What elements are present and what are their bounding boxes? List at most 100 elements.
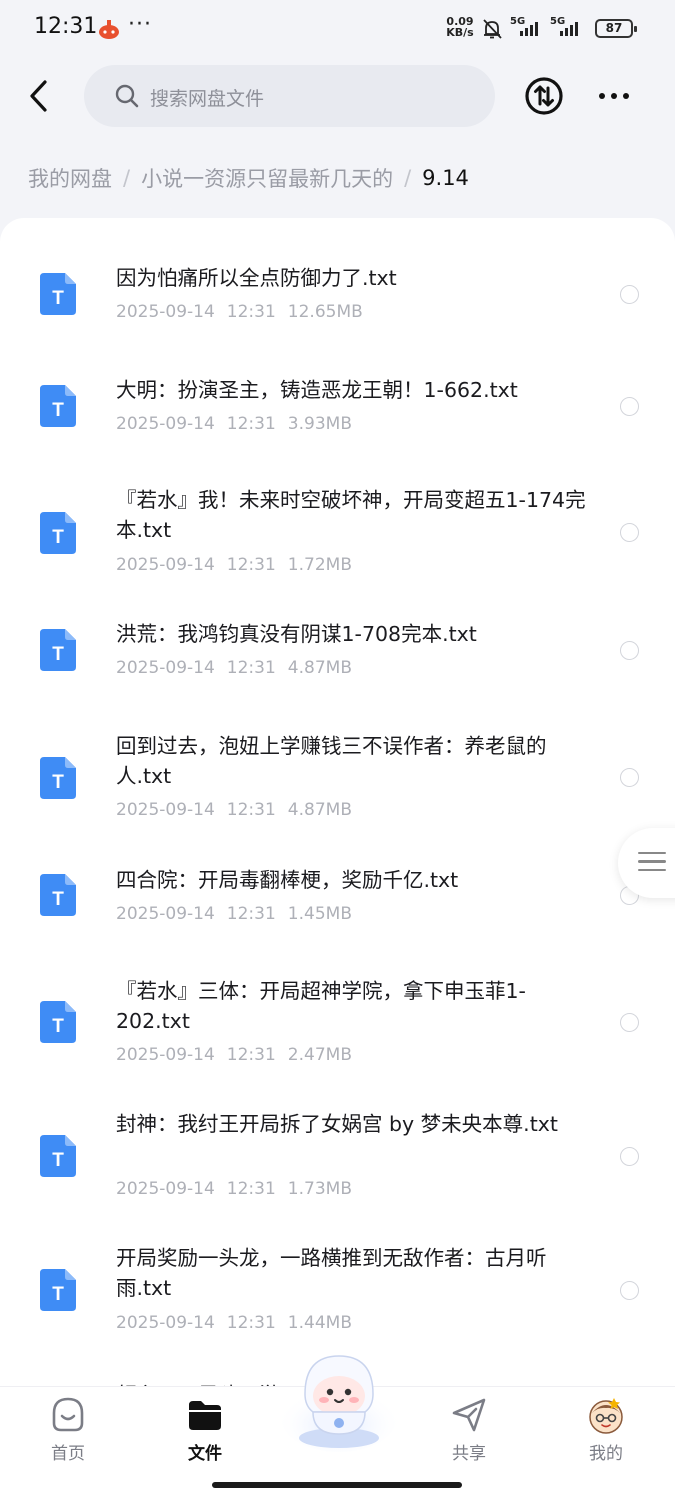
file-name: 洪荒：我鸿钧真没有阴谋1-708完本.txt — [116, 622, 477, 646]
breadcrumb: 我的网盘 / 小说一资源只留最新几天的 / 9.14 — [28, 163, 469, 193]
txt-file-icon: T — [40, 1135, 76, 1177]
search-placeholder: 搜索网盘文件 — [150, 88, 265, 110]
select-radio[interactable] — [620, 768, 639, 787]
more-options-icon[interactable] — [592, 78, 636, 114]
screen: 12:31 ··· 0.09 KB/s 5G 5G 87 搜索网盘文件 我的网盘… — [0, 0, 675, 1500]
file-size: 12.65MB — [287, 302, 363, 322]
svg-text:T: T — [52, 400, 64, 421]
txt-file-icon: T — [40, 1269, 76, 1311]
file-date: 2025-09-14 — [116, 1045, 215, 1065]
breadcrumb-item-current: 9.14 — [422, 166, 469, 190]
nav-item-files[interactable]: 文件 — [160, 1395, 250, 1464]
file-row[interactable]: T 因为怕痛所以全点防御力了.txt 2025-09-14 12:31 12.65M… — [0, 218, 675, 328]
breadcrumb-item-root[interactable]: 我的网盘 — [28, 163, 112, 193]
status-more-dots: ··· — [128, 12, 152, 37]
svg-text:T: T — [52, 1284, 64, 1305]
txt-file-icon: T — [40, 1001, 76, 1043]
file-size: 1.72MB — [287, 555, 352, 575]
dot — [623, 93, 629, 99]
nav-item-me[interactable]: 我的 — [561, 1395, 651, 1464]
file-row[interactable]: T 『若水』三体：开局超神学院，拿下申玉菲1-202.txt 2025-09-1… — [0, 950, 675, 1090]
file-meta: 2025-09-14 12:31 1.45MB — [116, 904, 352, 924]
file-size: 1.73MB — [287, 1179, 352, 1199]
file-name: 『若水』三体：开局超神学院，拿下申玉菲1-202.txt — [116, 979, 526, 1033]
file-date: 2025-09-14 — [116, 1179, 215, 1199]
nav-item-share[interactable]: 共享 — [424, 1395, 514, 1464]
txt-file-icon: T — [40, 757, 76, 799]
select-radio[interactable] — [620, 1281, 639, 1300]
back-button[interactable] — [18, 74, 58, 118]
svg-text:T: T — [52, 644, 64, 665]
net-speed-unit: KB/s — [446, 26, 474, 39]
status-time: 12:31 — [34, 14, 98, 39]
file-time: 12:31 — [226, 658, 276, 678]
file-row[interactable]: T 开局奖励一头龙，一路横推到无敌作者：古月听雨.txt 2025-09-14 1… — [0, 1226, 675, 1360]
txt-file-icon: T — [40, 273, 76, 315]
signal-icon: 5G — [550, 16, 586, 38]
file-date: 2025-09-14 — [116, 555, 215, 575]
file-name: 封神：我纣王开局拆了女娲宫 by 梦未央本尊.txt — [116, 1112, 558, 1136]
folder-icon — [189, 1401, 221, 1430]
file-name: 开局奖励一头龙，一路横推到无敌作者：古月听雨.txt — [116, 1246, 547, 1300]
header: 搜索网盘文件 — [0, 60, 675, 132]
file-list: T 因为怕痛所以全点防御力了.txt 2025-09-14 12:31 12.65M… — [0, 218, 675, 1398]
home-icon — [52, 1397, 84, 1432]
file-row[interactable]: T 洪荒：我鸿钧真没有阴谋1-708完本.txt 2025-09-14 12:31… — [0, 584, 675, 694]
svg-text:T: T — [52, 288, 64, 309]
svg-text:T: T — [52, 772, 64, 793]
net-speed: 0.09 KB/s — [443, 16, 477, 38]
status-bar: 12:31 ··· 0.09 KB/s 5G 5G 87 — [0, 0, 675, 58]
file-meta: 2025-09-14 12:31 4.87MB — [116, 800, 352, 820]
file-row[interactable]: T 『若水』我！未来时空破坏神，开局变超五1-174完本.txt 2025-09… — [0, 442, 675, 582]
select-radio[interactable] — [620, 1013, 639, 1032]
file-row[interactable]: T 四合院：开局毒翻棒梗，奖励千亿.txt 2025-09-14 12:31 1.4… — [0, 838, 675, 948]
battery-icon: 87 — [595, 19, 637, 38]
file-time: 12:31 — [226, 800, 276, 820]
select-radio[interactable] — [620, 285, 639, 304]
nav-label: 文件 — [188, 1444, 222, 1464]
svg-text:T: T — [52, 889, 64, 910]
txt-file-icon: T — [40, 629, 76, 671]
select-radio[interactable] — [620, 641, 639, 660]
file-size: 2.47MB — [287, 1045, 352, 1065]
file-name: 回到过去，泡妞上学赚钱三不误作者：养老鼠的人.txt — [116, 734, 547, 788]
file-row[interactable]: T 大明：扮演圣主，铸造恶龙王朝！1-662.txt 2025-09-14 12:… — [0, 330, 675, 440]
file-row[interactable]: T 封神：我纣王开局拆了女娲宫 by 梦未央本尊.txt 2025-09-14 1… — [0, 1092, 675, 1226]
file-time: 12:31 — [226, 1313, 276, 1333]
nav-item-home[interactable]: 首页 — [23, 1395, 113, 1464]
svg-text:T: T — [52, 1150, 64, 1171]
file-size: 4.87MB — [287, 800, 352, 820]
avatar-icon — [589, 1398, 623, 1434]
svg-text:T: T — [52, 527, 64, 548]
select-radio[interactable] — [620, 397, 639, 416]
mascot-assistant-icon[interactable] — [280, 1346, 398, 1454]
txt-file-icon: T — [40, 874, 76, 916]
chevron-left-icon — [30, 80, 47, 112]
file-meta: 2025-09-14 12:31 4.87MB — [116, 658, 352, 678]
home-indicator[interactable] — [212, 1482, 462, 1488]
file-size: 4.87MB — [287, 658, 352, 678]
dot — [599, 93, 605, 99]
file-size: 3.93MB — [287, 414, 352, 434]
search-icon — [115, 84, 139, 108]
transfer-icon[interactable] — [524, 76, 564, 116]
file-date: 2025-09-14 — [116, 302, 215, 322]
file-meta: 2025-09-14 12:31 1.44MB — [116, 1313, 352, 1333]
file-time: 12:31 — [226, 1179, 276, 1199]
file-date: 2025-09-14 — [116, 414, 215, 434]
file-name: 大明：扮演圣主，铸造恶龙王朝！1-662.txt — [116, 378, 518, 402]
file-meta: 2025-09-14 12:31 3.93MB — [116, 414, 352, 434]
file-name: 『若水』我！未来时空破坏神，开局变超五1-174完本.txt — [116, 488, 586, 542]
bell-off-icon — [483, 19, 502, 39]
select-radio[interactable] — [620, 1147, 639, 1166]
search-input[interactable]: 搜索网盘文件 — [84, 65, 495, 127]
app-notification-icon — [99, 20, 119, 39]
breadcrumb-item-folder[interactable]: 小说一资源只留最新几天的 — [141, 163, 393, 193]
file-row[interactable]: T 回到过去，泡妞上学赚钱三不误作者：养老鼠的人.txt 2025-09-14 1… — [0, 696, 675, 836]
file-name: 四合院：开局毒翻棒梗，奖励千亿.txt — [116, 868, 459, 892]
select-radio[interactable] — [620, 523, 639, 542]
file-time: 12:31 — [226, 1045, 276, 1065]
file-date: 2025-09-14 — [116, 800, 215, 820]
file-size: 1.44MB — [287, 1313, 352, 1333]
breadcrumb-separator: / — [123, 166, 131, 190]
